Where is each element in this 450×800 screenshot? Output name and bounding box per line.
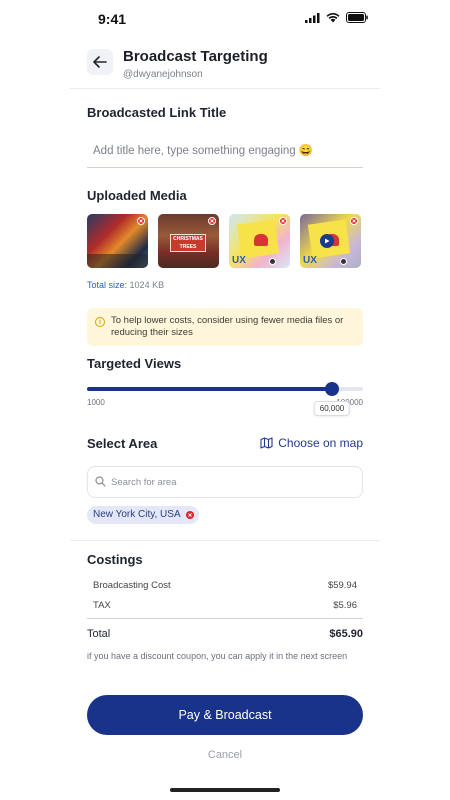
cost-tip-banner: i To help lower costs, consider using fe… xyxy=(87,308,363,346)
media-thumbnail-1[interactable] xyxy=(87,214,148,268)
wifi-icon xyxy=(326,12,340,22)
info-icon: i xyxy=(95,317,105,327)
total-row: Total $65.90 xyxy=(87,628,363,640)
page-header: Broadcast Targeting @dwyanejohnson xyxy=(87,46,363,90)
pin-icon xyxy=(340,258,347,265)
cost-row: Broadcasting Cost $59.94 xyxy=(93,580,357,591)
total-label: Total xyxy=(87,628,111,640)
remove-media-icon[interactable] xyxy=(350,217,358,225)
remove-media-icon[interactable] xyxy=(208,217,216,225)
total-size-text: Total size: 1024 KB xyxy=(87,280,164,290)
total-size-value: 1024 KB xyxy=(129,280,165,290)
choose-on-map-label: Choose on map xyxy=(278,436,363,450)
ux-text: UX xyxy=(232,255,246,266)
remove-area-icon[interactable] xyxy=(185,511,194,519)
tip-text: To help lower costs, consider using fewe… xyxy=(111,315,344,338)
street-photo-shade xyxy=(87,254,148,268)
coupon-note: if you have a discount coupon, you can a… xyxy=(87,651,348,661)
area-search-input[interactable] xyxy=(111,467,351,497)
ux-text: UX xyxy=(303,255,317,266)
link-title-input[interactable] xyxy=(87,134,363,167)
link-title-field xyxy=(87,134,363,168)
select-area-label: Select Area xyxy=(87,436,158,451)
user-handle: @dwyanejohnson xyxy=(123,69,203,80)
section-divider xyxy=(70,540,380,541)
page-title: Broadcast Targeting xyxy=(123,48,268,65)
christmas-trees-sign: CHRISTMAS TREES xyxy=(170,234,206,252)
costings-label: Costings xyxy=(87,552,143,567)
cost-amount: $5.96 xyxy=(333,600,357,611)
total-amount: $65.90 xyxy=(329,628,363,640)
cost-row: TAX $5.96 xyxy=(93,600,357,611)
status-time: 9:41 xyxy=(98,11,127,27)
slider-value-tooltip: 60,000 xyxy=(313,401,351,416)
media-thumbnail-3[interactable]: UX xyxy=(229,214,290,268)
remove-media-icon[interactable] xyxy=(137,217,145,225)
header-divider xyxy=(70,88,380,89)
cost-amount: $59.94 xyxy=(327,580,357,591)
selected-area-label: New York City, USA xyxy=(93,509,181,520)
cancel-button[interactable]: Cancel xyxy=(87,749,363,761)
heart-shape xyxy=(254,234,268,246)
slider-thumb[interactable] xyxy=(325,382,339,396)
pin-icon xyxy=(269,258,276,265)
total-size-label: Total size: xyxy=(87,280,128,290)
cost-name: Broadcasting Cost xyxy=(93,580,171,591)
area-search-box xyxy=(87,466,363,498)
targeted-views-label: Targeted Views xyxy=(87,356,182,371)
link-title-label: Broadcasted Link Title xyxy=(87,105,227,120)
back-button[interactable] xyxy=(87,49,113,75)
play-icon[interactable] xyxy=(320,234,334,248)
media-thumbnail-2[interactable]: CHRISTMAS TREES xyxy=(158,214,219,268)
total-divider xyxy=(87,618,363,619)
targeted-views-slider[interactable] xyxy=(87,382,363,396)
home-indicator xyxy=(170,788,280,792)
uploaded-media-label: Uploaded Media xyxy=(87,188,187,203)
search-icon xyxy=(95,476,106,487)
selected-area-chip[interactable]: New York City, USA xyxy=(87,506,199,524)
cost-name: TAX xyxy=(93,600,111,611)
media-list: CHRISTMAS TREES UX UX xyxy=(87,214,363,268)
status-icons xyxy=(305,12,368,23)
arrow-left-icon xyxy=(93,56,107,68)
slider-fill xyxy=(87,387,332,391)
media-thumbnail-4[interactable]: UX xyxy=(300,214,361,268)
remove-media-icon[interactable] xyxy=(279,217,287,225)
battery-icon xyxy=(346,12,368,23)
map-icon xyxy=(260,437,273,449)
choose-on-map-link[interactable]: Choose on map xyxy=(260,436,363,450)
status-bar: 9:41 xyxy=(0,0,450,36)
signal-icon xyxy=(305,12,320,23)
slider-min-label: 1000 xyxy=(87,398,105,407)
pay-and-broadcast-button[interactable]: Pay & Broadcast xyxy=(87,695,363,735)
